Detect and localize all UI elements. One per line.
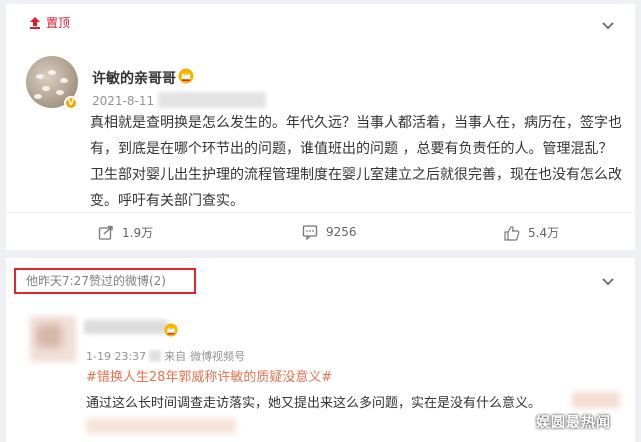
repost-count: 1.9万 — [122, 226, 154, 240]
divider — [6, 212, 635, 213]
post-time[interactable]: 1-19 23:37 — [86, 350, 146, 363]
blurred-text — [572, 392, 620, 408]
like-button[interactable]: 5.4万 — [504, 224, 559, 241]
post-meta: 1-19 23:37 来自 微博视频号 — [86, 348, 245, 364]
crown-icon — [164, 322, 178, 337]
like-count: 5.4万 — [528, 226, 560, 240]
liked-section-title[interactable]: 他昨天7:27赞过的微博(2) — [26, 272, 166, 289]
chevron-down-icon[interactable] — [601, 16, 615, 30]
post-text: 真相就是查明换是怎么发生的。年代久远？当事人都活着，当事人在，病历在，签字也有，… — [90, 115, 622, 209]
pinned-post-card: 置顶 V 许敏的亲哥哥 2021-8-11 真相就是查明换是怎么发生的。年代久远… — [6, 4, 635, 250]
hashtag-link[interactable]: #错换人生28年郭威称许敏的质疑没意义# — [86, 366, 332, 385]
comment-icon — [302, 225, 318, 240]
post-date[interactable]: 2021-8-11 — [92, 94, 154, 108]
pin-icon — [28, 15, 42, 29]
username-blurred[interactable] — [84, 320, 168, 334]
avatar-blur-detail — [36, 324, 62, 348]
pin-label: 置顶 — [46, 15, 71, 30]
source-prefix: 来自 — [164, 350, 187, 363]
comment-button[interactable]: 9256 — [302, 224, 357, 240]
like-icon — [504, 225, 520, 241]
blurred-mark — [149, 350, 162, 362]
comment-count: 9256 — [326, 225, 357, 239]
post-source-blurred — [158, 92, 266, 108]
crown-icon — [178, 68, 194, 84]
watermark: 娱圆最热闻 — [536, 415, 611, 431]
pin-indicator: 置顶 — [28, 12, 70, 32]
chevron-down-icon[interactable] — [601, 272, 615, 286]
username[interactable]: 许敏的亲哥哥 — [92, 68, 176, 88]
repost-button[interactable]: 1.9万 — [98, 224, 153, 241]
blurred-text — [86, 418, 236, 434]
post-source[interactable]: 微博视频号 — [190, 348, 245, 364]
repost-icon — [98, 225, 113, 240]
verified-badge-icon: V — [64, 96, 78, 110]
post-text: 通过这么长时间调查走访落实，她又提出来这么多问题，实在是没有什么意义。 — [86, 396, 542, 411]
